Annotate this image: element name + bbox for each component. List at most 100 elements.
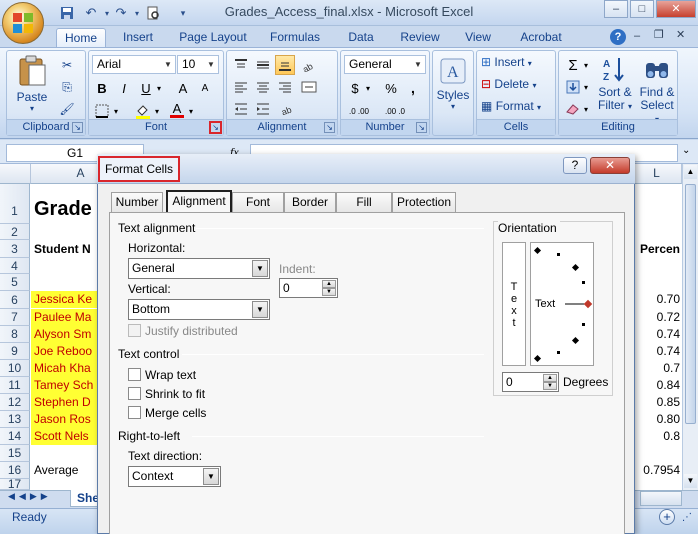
maximize-button[interactable]: □: [630, 0, 654, 18]
cut-icon[interactable]: ✂: [57, 55, 77, 75]
borders-icon[interactable]: [92, 101, 112, 121]
row-header[interactable]: 15: [0, 445, 30, 462]
tab-border[interactable]: Border: [284, 192, 336, 212]
format-painter-icon[interactable]: 🖌: [57, 99, 77, 119]
indent-spinner[interactable]: 0 ▲ ▼: [279, 278, 338, 298]
cell-percent[interactable]: 0.8: [632, 428, 682, 445]
scroll-thumb[interactable]: [685, 184, 696, 424]
bold-button[interactable]: B: [92, 78, 112, 98]
cell-percent[interactable]: 0.80: [632, 411, 682, 428]
tab-review[interactable]: Review: [394, 28, 446, 48]
row-header[interactable]: 2: [0, 224, 30, 240]
merge-cells-checkbox[interactable]: [128, 406, 141, 419]
wrap-text-icon[interactable]: ab: [279, 99, 299, 119]
column-header-l[interactable]: L: [632, 164, 682, 184]
italic-button[interactable]: I: [114, 78, 134, 98]
indent-down-icon[interactable]: ▼: [322, 288, 336, 296]
alignment-launcher-icon[interactable]: ↘: [324, 122, 335, 133]
font-size-dropdown-icon[interactable]: ▼: [205, 57, 217, 72]
sheet-navigation-icons[interactable]: ◀◀▶▶: [8, 491, 52, 502]
autosum-dropdown-icon[interactable]: ▾: [581, 55, 591, 75]
tab-protection[interactable]: Protection: [392, 192, 456, 212]
horizontal-combo[interactable]: General ▼: [128, 258, 270, 279]
row-header[interactable]: 7: [0, 309, 30, 326]
expand-formula-bar-icon[interactable]: ⌄: [682, 145, 690, 156]
cell-a1[interactable]: Grade: [31, 194, 97, 224]
fill-dropdown-icon[interactable]: ▾: [581, 77, 591, 97]
row-header[interactable]: 11: [0, 377, 30, 394]
number-format-box[interactable]: General ▼: [344, 55, 426, 74]
orientation-dial[interactable]: Text: [530, 242, 594, 366]
cell-percent[interactable]: 0.85: [632, 394, 682, 411]
justify-distributed-checkbox[interactable]: [128, 324, 141, 337]
cell-percent[interactable]: 0.74: [632, 343, 682, 360]
tab-number[interactable]: Number: [111, 192, 163, 212]
paste-dropdown-icon[interactable]: ▾: [13, 104, 51, 113]
delete-cells-button[interactable]: ⊟ Delete ▾: [481, 77, 555, 97]
cell-a3[interactable]: Student N: [31, 240, 97, 258]
number-launcher-icon[interactable]: ↘: [416, 122, 427, 133]
percent-button[interactable]: %: [381, 78, 401, 98]
cell-a16[interactable]: Average: [31, 462, 97, 479]
row-header[interactable]: 12: [0, 394, 30, 411]
dialog-close-button[interactable]: ✕: [590, 157, 630, 174]
tab-insert[interactable]: Insert: [114, 28, 162, 48]
tab-fill[interactable]: Fill: [336, 192, 392, 212]
ribbon-restore-icon[interactable]: ❐: [654, 28, 664, 41]
row-header[interactable]: 14: [0, 428, 30, 445]
row-header[interactable]: 9: [0, 343, 30, 360]
cell-l16[interactable]: 0.7954: [632, 462, 682, 479]
font-name-box[interactable]: Arial ▼: [92, 55, 176, 74]
cell-name[interactable]: Jessica Ke: [31, 291, 97, 308]
vertical-text-toggle[interactable]: T e x t: [502, 242, 526, 366]
underline-button[interactable]: U: [136, 78, 156, 98]
horizontal-dropdown-icon[interactable]: ▼: [252, 260, 268, 277]
font-size-box[interactable]: 10 ▼: [177, 55, 219, 74]
cell-name[interactable]: Jason Ros: [31, 411, 97, 428]
copy-icon[interactable]: ⎘: [57, 77, 77, 97]
scroll-down-icon[interactable]: ▼: [684, 474, 697, 488]
align-left-icon[interactable]: [231, 77, 251, 97]
grow-font-button[interactable]: A: [173, 78, 193, 98]
row-header[interactable]: 8: [0, 326, 30, 343]
font-color-dropdown-icon[interactable]: ▾: [186, 101, 196, 121]
cell-name[interactable]: Tamey Sch: [31, 377, 97, 394]
cell-name[interactable]: Scott Nels: [31, 428, 97, 445]
paste-button[interactable]: Paste ▾: [13, 55, 51, 113]
text-direction-dropdown-icon[interactable]: ▼: [203, 468, 219, 485]
row-header[interactable]: 13: [0, 411, 30, 428]
dialog-help-button[interactable]: ?: [563, 157, 587, 174]
top-align-icon[interactable]: [231, 55, 251, 75]
cell-percent[interactable]: 0.7: [632, 360, 682, 377]
fill-color-icon[interactable]: [133, 101, 153, 121]
increase-indent-icon[interactable]: [253, 99, 273, 119]
cell-percent[interactable]: 0.74: [632, 326, 682, 343]
tab-alignment[interactable]: Alignment: [166, 190, 232, 213]
vertical-scrollbar[interactable]: ▲ ▼: [682, 164, 698, 490]
cell-percent[interactable]: 0.70: [632, 291, 682, 308]
cell-name[interactable]: Joe Reboo: [31, 343, 97, 360]
row-header[interactable]: 1: [0, 184, 30, 224]
degrees-up-icon[interactable]: ▲: [543, 374, 557, 382]
find-select-button[interactable]: Find & Select ▾: [637, 55, 677, 126]
insert-cells-button[interactable]: ⊞ Insert ▾: [481, 55, 555, 75]
tab-font[interactable]: Font: [232, 192, 284, 212]
scroll-up-icon[interactable]: ▲: [684, 165, 697, 179]
degrees-spinner[interactable]: 0 ▲ ▼: [502, 372, 559, 392]
borders-dropdown-icon[interactable]: ▾: [111, 101, 121, 121]
number-format-dropdown-icon[interactable]: ▼: [412, 57, 424, 72]
horizontal-scrollbar[interactable]: [640, 491, 682, 506]
tab-formulas[interactable]: Formulas: [262, 28, 328, 48]
orientation-icon[interactable]: ab: [299, 55, 319, 75]
zoom-in-icon[interactable]: +: [659, 509, 675, 525]
indent-up-icon[interactable]: ▲: [322, 280, 336, 288]
row-header[interactable]: 17: [0, 478, 30, 490]
styles-dropdown-icon[interactable]: ▾: [435, 102, 471, 111]
decrease-decimal-button[interactable]: .00 .0: [381, 101, 409, 121]
clipboard-launcher-icon[interactable]: ↘: [72, 122, 83, 133]
align-center-icon[interactable]: [253, 77, 273, 97]
row-header[interactable]: 6: [0, 291, 30, 309]
merge-center-icon[interactable]: [299, 77, 319, 97]
bottom-align-icon[interactable]: [275, 55, 295, 75]
ribbon-minimize-icon[interactable]: –: [634, 30, 640, 42]
